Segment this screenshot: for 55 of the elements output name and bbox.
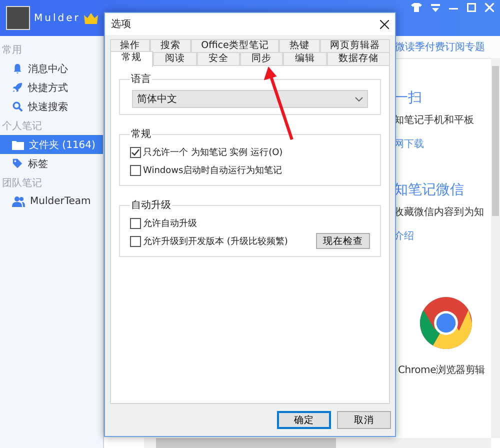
tab[interactable]: Office类型笔记 <box>190 39 280 52</box>
maximize-icon[interactable] <box>467 3 476 12</box>
checkbox[interactable] <box>130 218 141 228</box>
check-now-button[interactable]: 现在检查 <box>316 233 370 249</box>
sidebar-item[interactable]: 快速搜索 <box>0 97 103 116</box>
dialog-button[interactable]: 确定 <box>277 411 331 429</box>
tab[interactable]: 安全 <box>196 52 240 65</box>
folder-icon <box>12 140 24 150</box>
crown-icon <box>84 12 98 24</box>
sidebar-item[interactable]: 消息中心 <box>0 59 103 78</box>
checkbox-label: 只允许一个 为知笔记 实例 运行(O) <box>143 146 283 158</box>
section-heading: 个人笔记 <box>1 120 43 134</box>
rocket-icon <box>12 82 23 93</box>
sidebar-item[interactable]: MulderTeam <box>0 192 103 211</box>
chevron-down-icon <box>355 96 363 102</box>
tab[interactable]: 热键 <box>279 39 320 52</box>
vertical-scrollbar[interactable] <box>491 58 500 438</box>
dropdown-icon[interactable] <box>431 4 440 12</box>
group-title: 常规 <box>130 128 152 141</box>
bell-icon <box>12 63 23 74</box>
checkbox[interactable] <box>130 146 141 158</box>
dialog-title: 选项 <box>111 18 131 31</box>
extension-label: Chrome浏览器剪辑 <box>398 364 486 377</box>
team-icon <box>12 196 25 207</box>
avatar[interactable] <box>6 6 30 30</box>
tab[interactable]: 数据存储 <box>326 52 390 65</box>
tab[interactable]: 编辑 <box>283 52 327 65</box>
language-dropdown[interactable]: 简体中文 <box>132 90 368 108</box>
checkbox[interactable] <box>130 164 141 176</box>
horizontal-scrollbar[interactable] <box>144 438 491 448</box>
tab[interactable]: 阅读 <box>153 52 197 65</box>
section-heading: 常用 <box>1 44 23 58</box>
section-heading: 团队笔记 <box>1 177 43 191</box>
checkbox-label: 允许自动升级 <box>143 218 197 230</box>
tag-icon <box>12 158 23 169</box>
sidebar-item[interactable]: 快捷方式 <box>0 78 103 97</box>
group-title: 语言 <box>130 72 152 86</box>
search-icon <box>12 101 23 112</box>
close-icon[interactable] <box>380 20 389 28</box>
checkbox-label: 允许升级到开发版本 (升级比较频繁) <box>143 236 288 248</box>
tab[interactable]: 同步 <box>240 52 284 65</box>
user-name: Mulder <box>34 12 80 24</box>
tab[interactable]: 搜索 <box>150 39 191 52</box>
tab[interactable]: 网页剪辑器 <box>320 39 390 52</box>
checkbox-label: Windows启动时自动运行为知笔记 <box>143 164 282 176</box>
banner-link[interactable]: 微读季付费订阅专题 <box>395 40 485 54</box>
chrome-logo-icon <box>420 297 472 349</box>
dialog-button[interactable]: 取消 <box>337 411 391 429</box>
shirt-icon[interactable] <box>411 3 422 12</box>
sidebar-item[interactable]: 文件夹 (1164) <box>0 135 103 154</box>
sidebar-item[interactable]: 标签 <box>0 154 103 173</box>
tab[interactable]: 常规 <box>110 51 154 67</box>
group-title: 自动升级 <box>130 198 172 212</box>
tab[interactable]: 操作 <box>110 39 150 52</box>
checkbox[interactable] <box>130 236 141 246</box>
